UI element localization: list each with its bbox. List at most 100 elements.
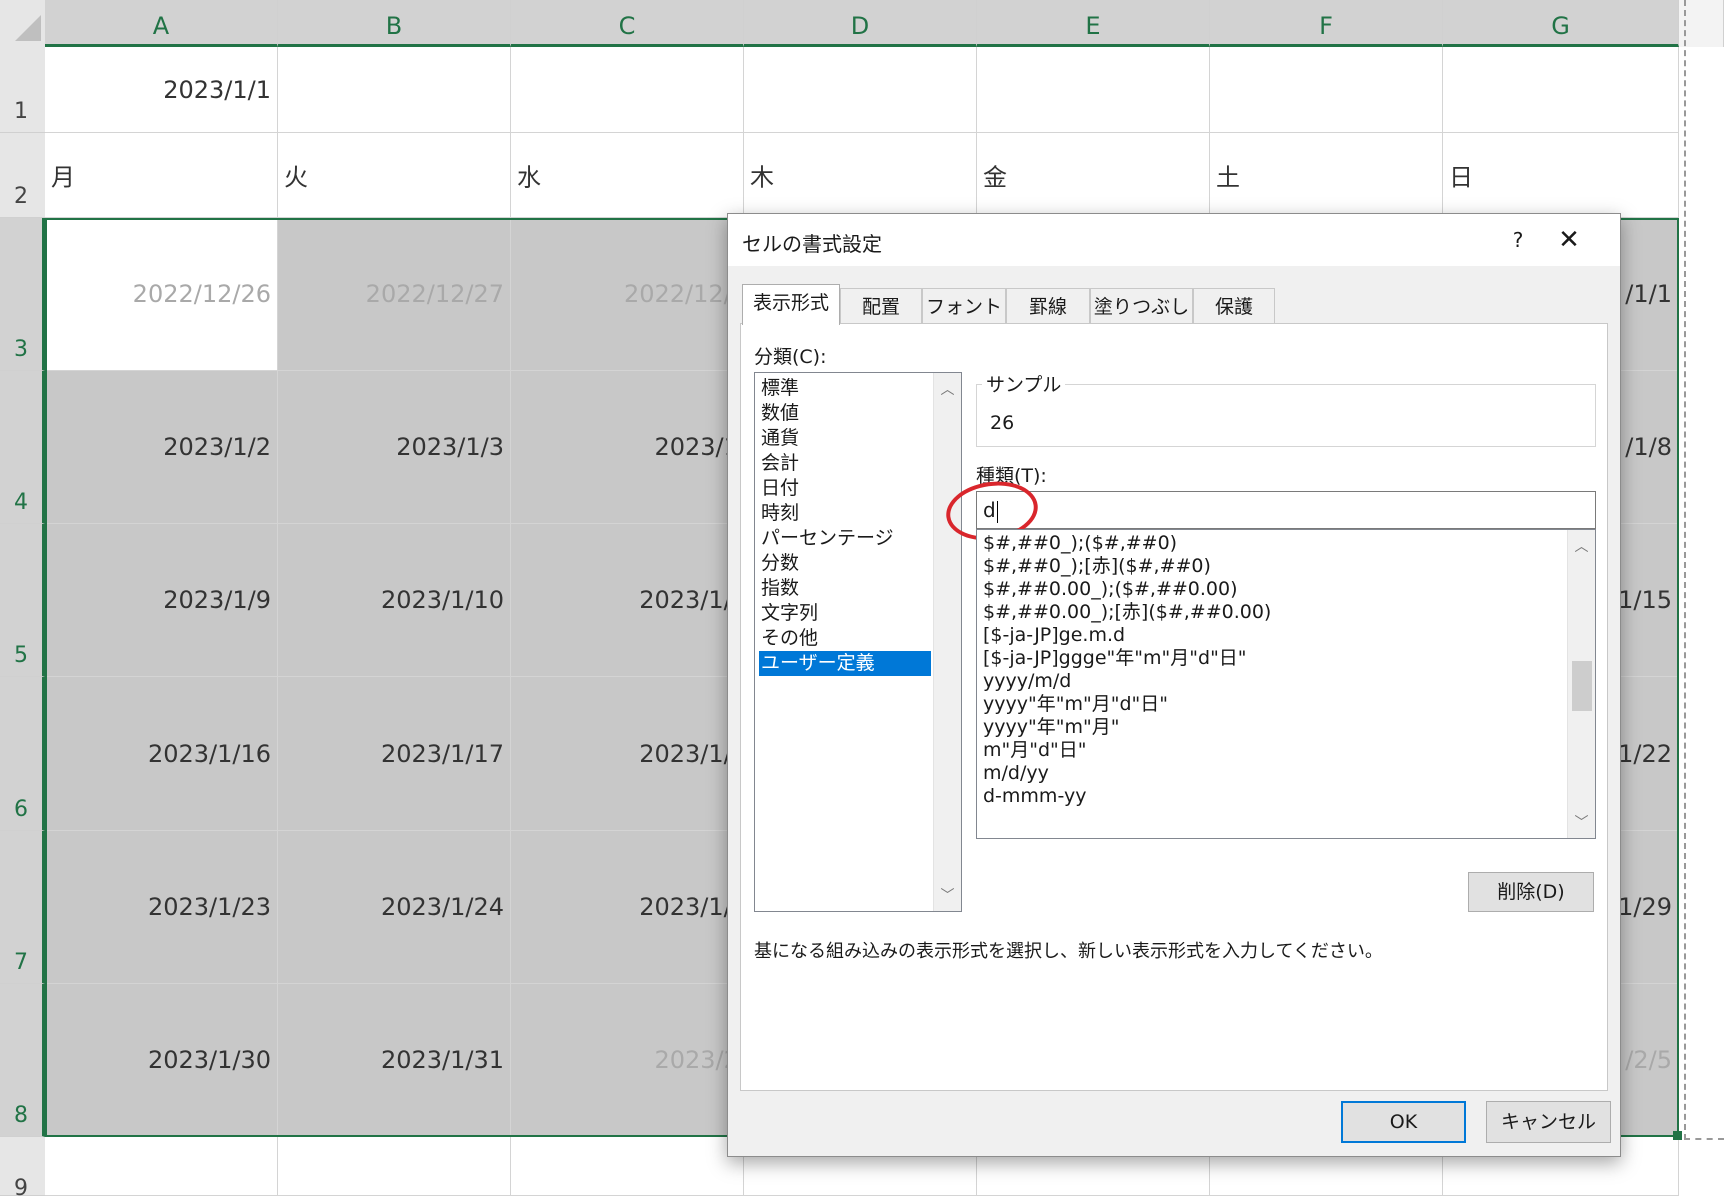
format-item[interactable]: yyyy/m/d [983, 669, 1071, 694]
row-header-7[interactable]: 7 [0, 831, 45, 984]
help-button[interactable]: ? [1498, 222, 1538, 258]
category-list[interactable]: 標準 数値 通貨 会計 日付 時刻 パーセンテージ 分数 指数 文字列 その他 … [754, 372, 962, 912]
row-header-4[interactable]: 4 [0, 371, 45, 524]
row-number: 8 [14, 1103, 28, 1128]
cell-g1[interactable] [1443, 47, 1679, 133]
row-number: 1 [14, 99, 28, 124]
category-item[interactable]: 会計 [759, 451, 931, 476]
category-scrollbar[interactable]: ︿ ﹀ [933, 373, 961, 911]
tab-number[interactable]: 表示形式 [742, 284, 840, 325]
column-header-d[interactable]: D [744, 0, 977, 47]
cell-f1[interactable] [1210, 47, 1443, 133]
format-item[interactable]: $#,##0_);($#,##0) [983, 531, 1177, 556]
cell-a2[interactable]: 月 [45, 133, 278, 218]
category-item[interactable]: パーセンテージ [759, 526, 931, 551]
format-item[interactable]: m"月"d"日" [983, 738, 1087, 763]
sample-value: 26 [990, 412, 1015, 434]
delete-button[interactable]: 削除(D) [1468, 872, 1594, 912]
row-number: 5 [14, 643, 28, 668]
row-number: 9 [14, 1176, 28, 1201]
format-item[interactable]: $#,##0.00_);($#,##0.00) [983, 577, 1238, 602]
category-item[interactable]: 時刻 [759, 501, 931, 526]
column-header-c[interactable]: C [511, 0, 744, 47]
format-item[interactable]: [$-ja-JP]ge.m.d [983, 623, 1125, 648]
tab-font[interactable]: フォント [922, 288, 1006, 324]
column-header-f[interactable]: F [1210, 0, 1443, 47]
format-item[interactable]: d-mmm-yy [983, 784, 1086, 809]
category-item[interactable]: 日付 [759, 476, 931, 501]
column-header-e[interactable]: E [977, 0, 1210, 47]
cell-c2[interactable]: 水 [511, 133, 744, 218]
column-header-b[interactable]: B [278, 0, 511, 47]
cell-b1[interactable] [278, 47, 511, 133]
cell-c1[interactable] [511, 47, 744, 133]
cell-b2[interactable]: 火 [278, 133, 511, 218]
row-number: 4 [14, 490, 28, 515]
category-label: 分類(C): [754, 346, 827, 368]
category-item[interactable]: 文字列 [759, 601, 931, 626]
select-all-corner[interactable] [0, 0, 45, 47]
tab-alignment[interactable]: 配置 [840, 288, 922, 324]
scroll-up-icon[interactable]: ︿ [1568, 536, 1595, 556]
page-break-line [1684, 0, 1686, 1140]
close-icon[interactable]: ✕ [1546, 222, 1592, 258]
row-number: 7 [14, 950, 28, 975]
row-header-6[interactable]: 6 [0, 677, 45, 831]
tab-border[interactable]: 罫線 [1006, 288, 1090, 324]
row-header-8[interactable]: 8 [0, 984, 45, 1137]
row-header-5[interactable]: 5 [0, 524, 45, 677]
format-item[interactable]: yyyy"年"m"月" [983, 715, 1119, 740]
scroll-down-icon[interactable]: ﹀ [934, 885, 961, 905]
tab-fill[interactable]: 塗りつぶし [1090, 288, 1193, 324]
fill-handle[interactable] [1673, 1131, 1682, 1140]
format-item[interactable]: $#,##0_);[赤]($#,##0) [983, 554, 1211, 579]
cell-value: 火 [284, 163, 308, 192]
cell-value: 日 [1449, 163, 1473, 192]
row-header-9[interactable]: 9 [0, 1137, 45, 1201]
column-header-g[interactable]: G [1443, 0, 1679, 47]
row-number: 3 [14, 337, 28, 362]
format-scrollbar[interactable]: ︿ ﹀ [1567, 530, 1595, 838]
category-item[interactable]: 通貨 [759, 426, 931, 451]
column-header-a[interactable]: A [45, 0, 278, 47]
row-number: 6 [14, 797, 28, 822]
row-header-3[interactable]: 3 [0, 218, 45, 371]
dialog-titlebar[interactable]: セルの書式設定 ? ✕ [728, 214, 1620, 266]
category-item[interactable]: 標準 [759, 376, 931, 401]
format-item[interactable]: yyyy"年"m"月"d"日" [983, 692, 1168, 717]
cancel-button[interactable]: キャンセル [1486, 1101, 1611, 1143]
scroll-thumb[interactable] [1572, 661, 1592, 711]
scroll-up-icon[interactable]: ︿ [934, 379, 961, 399]
category-item-selected[interactable]: ユーザー定義 [759, 651, 931, 676]
cell-d1[interactable] [744, 47, 977, 133]
category-item[interactable]: 指数 [759, 576, 931, 601]
cell-e2[interactable]: 金 [977, 133, 1210, 218]
select-all-triangle [15, 15, 41, 41]
category-item[interactable]: 分数 [759, 551, 931, 576]
category-item[interactable]: その他 [759, 626, 931, 651]
cell-b9[interactable] [278, 1137, 511, 1196]
cell-f2[interactable]: 土 [1210, 133, 1443, 218]
format-item[interactable]: m/d/yy [983, 761, 1049, 786]
cell-value: 2023/1/1 [163, 75, 271, 104]
scroll-down-icon[interactable]: ﹀ [1568, 812, 1595, 832]
description-text: 基になる組み込みの表示形式を選択し、新しい表示形式を入力してください。 [754, 941, 1383, 962]
cell-c9[interactable] [511, 1137, 744, 1196]
cell-a9[interactable] [45, 1137, 278, 1196]
cell-value: 金 [983, 163, 1007, 192]
cell-a1[interactable]: 2023/1/1 [45, 47, 278, 133]
ok-button[interactable]: OK [1341, 1101, 1466, 1143]
sample-label: サンプル [982, 370, 1066, 397]
cell-value: 月 [51, 163, 75, 192]
category-item[interactable]: 数値 [759, 401, 931, 426]
cell-d2[interactable]: 木 [744, 133, 977, 218]
format-list[interactable]: $#,##0_);($#,##0) $#,##0_);[赤]($#,##0) $… [976, 529, 1596, 839]
tab-protection[interactable]: 保護 [1193, 288, 1275, 324]
format-item[interactable]: [$-ja-JP]ggge"年"m"月"d"日" [983, 646, 1247, 671]
cell-g2[interactable]: 日 [1443, 133, 1679, 218]
row-header-2[interactable]: 2 [0, 133, 45, 218]
cell-e1[interactable] [977, 47, 1210, 133]
row-header-1[interactable]: 1 [0, 47, 45, 133]
type-input[interactable]: d [976, 491, 1596, 529]
format-item[interactable]: $#,##0.00_);[赤]($#,##0.00) [983, 600, 1271, 625]
